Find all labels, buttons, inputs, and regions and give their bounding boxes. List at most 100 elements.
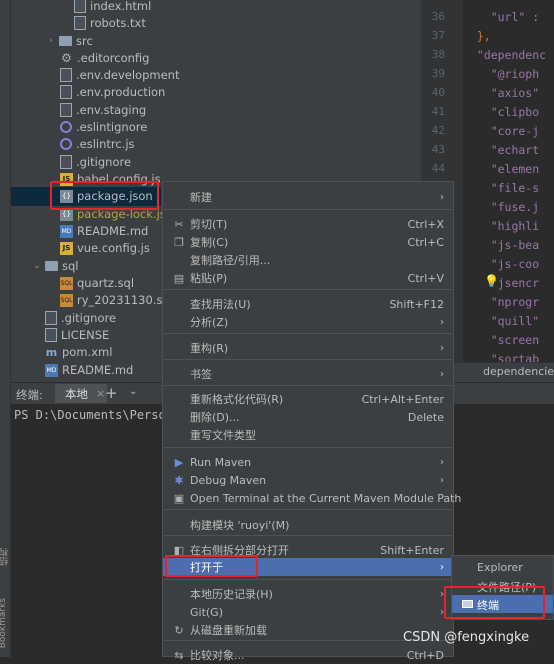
cut-icon: ✂ — [174, 217, 184, 231]
paste-icon: ▤ — [173, 271, 185, 285]
menu-item-new[interactable]: 新建 › — [163, 188, 453, 206]
menu-item-label: 书签 — [190, 368, 212, 381]
menu-item-refactor[interactable]: 重构(R) › — [163, 339, 453, 357]
tree-item-license[interactable]: LICENSE — [45, 326, 109, 344]
tree-item-readme[interactable]: MD README.md — [60, 222, 148, 240]
chevron-right-icon[interactable]: › — [45, 36, 57, 46]
menu-item-cut[interactable]: ✂ 剪切(T) Ctrl+X — [163, 215, 453, 233]
tree-item-eslintrc-js[interactable]: .eslintrc.js — [60, 135, 135, 153]
line-number: 40 — [431, 86, 445, 99]
line-number: 36 — [431, 10, 445, 23]
annotation-box-package-json — [50, 181, 159, 210]
tree-item-root-gitignore[interactable]: .gitignore — [45, 309, 116, 327]
menu-item-run-maven[interactable]: ▶ Run Maven › — [163, 453, 453, 471]
tree-item-eslintignore[interactable]: .eslintignore — [60, 118, 147, 136]
menu-item-shortcut: Ctrl+Alt+Enter — [361, 392, 444, 406]
sql-file-icon: SQL — [60, 276, 73, 290]
tree-item-env-production[interactable]: .env.production — [60, 83, 165, 101]
tree-item-env-staging[interactable]: .env.staging — [60, 101, 146, 119]
chevron-down-icon[interactable]: ⌄ — [129, 386, 137, 397]
menu-item-label: 重构(R) — [190, 342, 229, 355]
tree-item-robots-txt[interactable]: robots.txt — [74, 14, 146, 32]
lightbulb-icon[interactable]: 💡 — [484, 274, 499, 288]
context-menu: 新建 › ✂ 剪切(T) Ctrl+X ❐ 复制(C) Ctrl+C 复制路径/引用... ▤ 粘贴… — [162, 181, 462, 662]
chevron-right-icon: › — [440, 474, 444, 486]
code-line: }, — [463, 29, 491, 43]
code-line: "fuse.j — [463, 200, 540, 214]
markdown-file-icon: MD — [45, 363, 58, 377]
tree-item-editorconfig[interactable]: ⚙ .editorconfig — [60, 49, 149, 67]
line-number: 38 — [431, 48, 445, 61]
code-line: "quill" — [463, 314, 540, 328]
chevron-right-icon: › — [440, 456, 444, 468]
menu-item-label: 分析(Z) — [190, 316, 229, 329]
menu-item-shortcut: Ctrl+X — [407, 217, 444, 231]
chevron-down-icon[interactable]: ⌄ — [31, 261, 43, 271]
tree-item-pom-xml[interactable]: m pom.xml — [45, 343, 113, 361]
tree-item-gitignore[interactable]: .gitignore — [60, 153, 131, 171]
submenu-item-explorer[interactable]: Explorer — [452, 559, 553, 577]
tree-item-quartz-sql[interactable]: SQL quartz.sql — [60, 274, 134, 292]
menu-item-reformat-code[interactable]: 重新格式化代码(R) Ctrl+Alt+Enter — [163, 390, 453, 408]
menu-item-label: 剪切(T) — [190, 218, 228, 231]
line-number: 41 — [431, 105, 445, 118]
terminal-tab-local[interactable]: 本地 × — [55, 384, 107, 403]
text-file-icon — [60, 85, 72, 99]
line-number: 37 — [431, 29, 445, 42]
menu-item-build-module[interactable]: 构建模块 'ruoyi'(M) — [163, 516, 453, 534]
menu-item-label: 复制(C) — [190, 236, 229, 249]
code-line: "screen — [463, 333, 540, 347]
tree-item-vue-config[interactable]: JS vue.config.js — [60, 239, 150, 257]
tree-item-src[interactable]: › src — [45, 32, 93, 50]
menu-item-debug-maven[interactable]: ✱ Debug Maven › — [163, 471, 453, 489]
structure-tab[interactable]: 结构 — [0, 548, 11, 566]
menu-separator — [164, 209, 452, 210]
menu-item-label: Git(G) — [190, 605, 223, 619]
menu-item-copy[interactable]: ❐ 复制(C) Ctrl+C — [163, 233, 453, 251]
markdown-file-icon: MD — [60, 224, 73, 238]
menu-item-paste[interactable]: ▤ 粘贴(P) Ctrl+V — [163, 269, 453, 287]
menu-separator — [164, 359, 452, 360]
menu-item-local-history[interactable]: 本地历史记录(H) › — [163, 585, 453, 603]
html-file-icon — [74, 0, 86, 13]
menu-item-git[interactable]: Git(G) › — [163, 603, 453, 621]
menu-item-shortcut: Ctrl+C — [407, 235, 444, 249]
menu-item-label: Run Maven — [190, 455, 252, 469]
tree-item-ry-sql[interactable]: SQL ry_20231130.sql — [60, 291, 173, 309]
text-file-icon — [74, 16, 86, 30]
menu-item-find-usages[interactable]: 查找用法(U) Shift+F12 — [163, 295, 453, 313]
maven-debug-icon: ✱ — [174, 473, 184, 487]
tree-item-index-html[interactable]: index.html — [74, 0, 151, 15]
tool-window-stripe: 结构 Bookmarks — [0, 0, 11, 657]
menu-item-analyze[interactable]: 分析(Z) › — [163, 313, 453, 331]
line-number: 42 — [431, 124, 445, 137]
menu-item-override-file-type[interactable]: 重写文件类型 — [163, 426, 453, 444]
breadcrumb-dependencies[interactable]: dependencies — [483, 365, 554, 378]
menu-item-delete[interactable]: 删除(D)... Delete — [163, 408, 453, 426]
menu-item-copy-path[interactable]: 复制路径/引用... — [163, 251, 453, 269]
folder-icon — [45, 261, 58, 271]
menu-item-label: 粘贴(P) — [190, 272, 228, 285]
code-line: "elemen — [463, 162, 540, 176]
tree-item-root-readme[interactable]: MD README.md — [45, 361, 133, 379]
menu-item-label: 重新格式化代码(R) — [190, 393, 284, 406]
sql-file-icon: SQL — [60, 293, 73, 307]
close-icon[interactable]: × — [96, 387, 105, 400]
tree-item-env-development[interactable]: .env.development — [60, 66, 179, 84]
code-line: "sortab — [463, 352, 540, 362]
code-line: "highli — [463, 219, 540, 233]
menu-item-open-terminal-maven[interactable]: ▣ Open Terminal at the Current Maven Modu… — [163, 489, 462, 507]
text-file-icon — [45, 311, 57, 325]
bookmarks-tab[interactable]: Bookmarks — [0, 598, 8, 648]
menu-item-shortcut: Shift+Enter — [380, 543, 444, 557]
annotation-box-terminal — [444, 586, 545, 619]
menu-item-compare-with[interactable]: ⇆ 比较对象... Ctrl+D — [163, 646, 453, 664]
maven-icon: m — [45, 345, 58, 359]
menu-separator — [164, 535, 452, 536]
add-terminal-icon[interactable]: + — [105, 384, 118, 402]
menu-item-bookmarks[interactable]: 书签 › — [163, 365, 453, 383]
code-editor[interactable]: "url" : }, "dependenc "@rioph "axios" "c… — [463, 0, 554, 362]
tree-item-sql[interactable]: ⌄ sql — [31, 257, 78, 275]
menu-item-label: 构建模块 'ruoyi'(M) — [190, 519, 290, 532]
menu-item-shortcut: Delete — [407, 410, 444, 424]
